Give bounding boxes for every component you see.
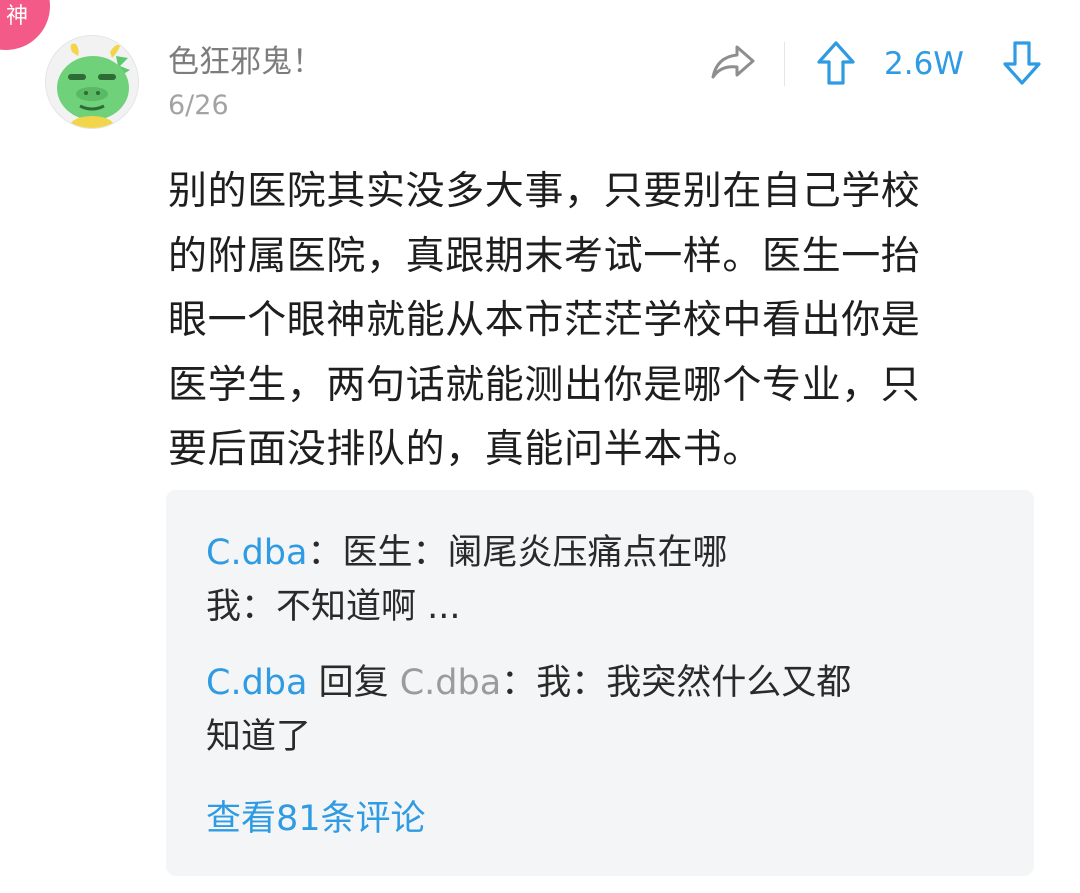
share-button[interactable] xyxy=(704,38,762,88)
reply-item[interactable]: C.dba：医生：阑尾炎压痛点在哪 我：不知道啊 ... xyxy=(206,526,1006,634)
post-card: 神 色狂邪鬼！ 6/26 2.6W 别的医院其实没多大事，只要别在自己学校 的附… xyxy=(0,0,1080,893)
reply-word: 回复 xyxy=(307,663,400,703)
reply-line: 知道了 xyxy=(206,710,1006,764)
reply-username[interactable]: C.dba xyxy=(206,663,307,703)
post-date: 6/26 xyxy=(168,90,229,121)
reply-line: C.dba：医生：阑尾炎压痛点在哪 xyxy=(206,526,1006,580)
arrow-down-icon xyxy=(1003,41,1041,85)
reply-username[interactable]: C.dba xyxy=(206,533,307,573)
upvote-button[interactable] xyxy=(810,36,862,90)
reply-colon: ： xyxy=(307,533,343,573)
avatar[interactable] xyxy=(45,35,139,129)
reply-colon: ： xyxy=(501,663,537,703)
post-body-line: 医学生，两句话就能测出你是哪个专业，只 xyxy=(168,362,921,408)
post-body: 别的医院其实没多大事，只要别在自己学校 的附属医院，真跟期末考试一样。医生一抬 … xyxy=(168,160,1018,483)
reply-to-username[interactable]: C.dba xyxy=(400,663,501,703)
god-badge-label: 神 xyxy=(6,4,29,29)
post-body-line: 别的医院其实没多大事，只要别在自己学校 xyxy=(168,169,921,214)
view-more-comments-link[interactable]: 查看81条评论 xyxy=(206,792,426,846)
reply-text: 我：我突然什么又都 xyxy=(536,663,852,703)
post-body-line: 的附属医院，真跟期末考试一样。医生一抬 xyxy=(168,233,921,279)
reply-box: C.dba：医生：阑尾炎压痛点在哪 我：不知道啊 ... C.dba 回复 C.… xyxy=(166,490,1034,876)
post-body-line: 要后面没排队的，真能问半本书。 xyxy=(168,427,763,472)
downvote-button[interactable] xyxy=(996,36,1048,90)
god-comment-badge: 神 xyxy=(0,0,50,50)
reply-line: C.dba 回复 C.dba：我：我突然什么又都 xyxy=(206,656,1006,710)
username[interactable]: 色狂邪鬼！ xyxy=(168,40,323,84)
reply-line: 我：不知道啊 ... xyxy=(206,580,1006,634)
reply-text: 我：不知道啊 ... xyxy=(206,587,461,627)
reply-item[interactable]: C.dba 回复 C.dba：我：我突然什么又都 知道了 xyxy=(206,656,1006,764)
green-dragon-avatar-icon xyxy=(46,36,138,128)
post-body-line: 眼一个眼神就能从本市茫茫学校中看出你是 xyxy=(168,298,921,343)
action-divider xyxy=(784,42,785,86)
reply-text: 医生：阑尾炎压痛点在哪 xyxy=(342,533,728,573)
vote-count: 2.6W xyxy=(884,46,964,82)
reply-text: 知道了 xyxy=(206,717,312,757)
share-arrow-icon xyxy=(711,45,755,79)
arrow-up-icon xyxy=(817,41,855,85)
